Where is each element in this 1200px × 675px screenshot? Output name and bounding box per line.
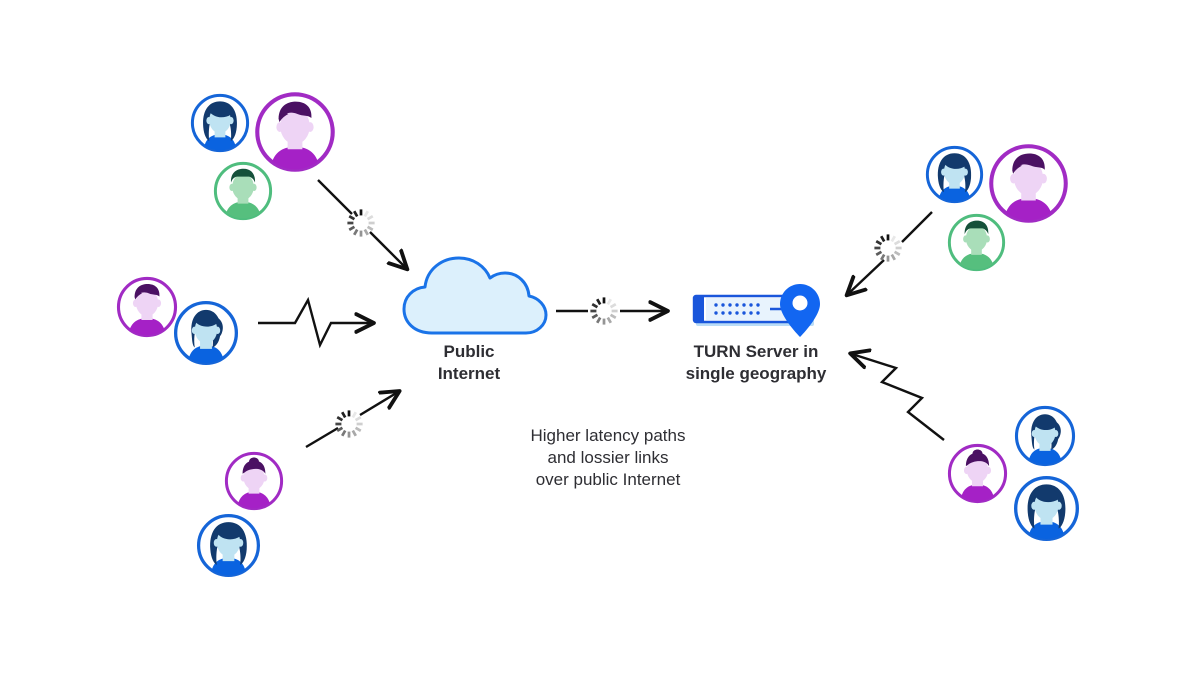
server-location-icon (692, 284, 820, 337)
avatar-female-purple-bun[interactable] (226, 453, 281, 508)
connection-bottom-right-to-turn (852, 354, 945, 441)
jitter-icon (852, 354, 945, 441)
avatar-male-purple[interactable] (257, 94, 332, 169)
connection-mid-left-to-cloud (258, 296, 372, 349)
avatar-male-green[interactable] (215, 163, 270, 218)
jitter-icon (258, 296, 372, 349)
avatar-male-purple[interactable] (118, 278, 175, 335)
avatar-female-blue-ponytail[interactable] (1016, 407, 1073, 464)
connection-top-left-to-cloud (317, 179, 406, 268)
cluster-top-left-users[interactable] (192, 94, 332, 218)
turn-server-label: TURN Server in single geography (685, 342, 827, 383)
connection-cloud-to-turn (556, 296, 666, 326)
cloud-icon (402, 256, 548, 335)
cluster-mid-left-users[interactable] (118, 278, 236, 363)
public-internet-node[interactable] (402, 256, 548, 335)
avatar-female-blue-long[interactable] (1016, 478, 1078, 540)
avatar-male-green[interactable] (949, 215, 1003, 269)
network-diagram-canvas (0, 0, 1200, 675)
spinner-icon (589, 296, 619, 326)
spinner-icon (873, 233, 903, 263)
avatar-female-blue-ponytail[interactable] (176, 303, 237, 364)
avatar-female-blue-long[interactable] (192, 95, 247, 150)
connection-bottom-left-to-cloud (305, 392, 398, 449)
public-internet-label: Public Internet (437, 342, 501, 383)
avatar-male-purple[interactable] (991, 146, 1066, 221)
connection-top-right-to-turn (848, 211, 933, 294)
latency-caption: Higher latency paths and lossier links o… (530, 426, 686, 489)
avatar-female-blue-long[interactable] (199, 516, 259, 576)
avatar-female-purple-bun[interactable] (949, 445, 1005, 501)
cluster-top-right-users[interactable] (927, 146, 1065, 269)
cluster-bottom-left-users[interactable] (199, 453, 282, 575)
cluster-bottom-right-users[interactable] (949, 407, 1077, 539)
turn-server-node[interactable] (692, 284, 820, 337)
spinner-icon (334, 409, 364, 439)
avatar-female-blue-long[interactable] (927, 147, 981, 201)
